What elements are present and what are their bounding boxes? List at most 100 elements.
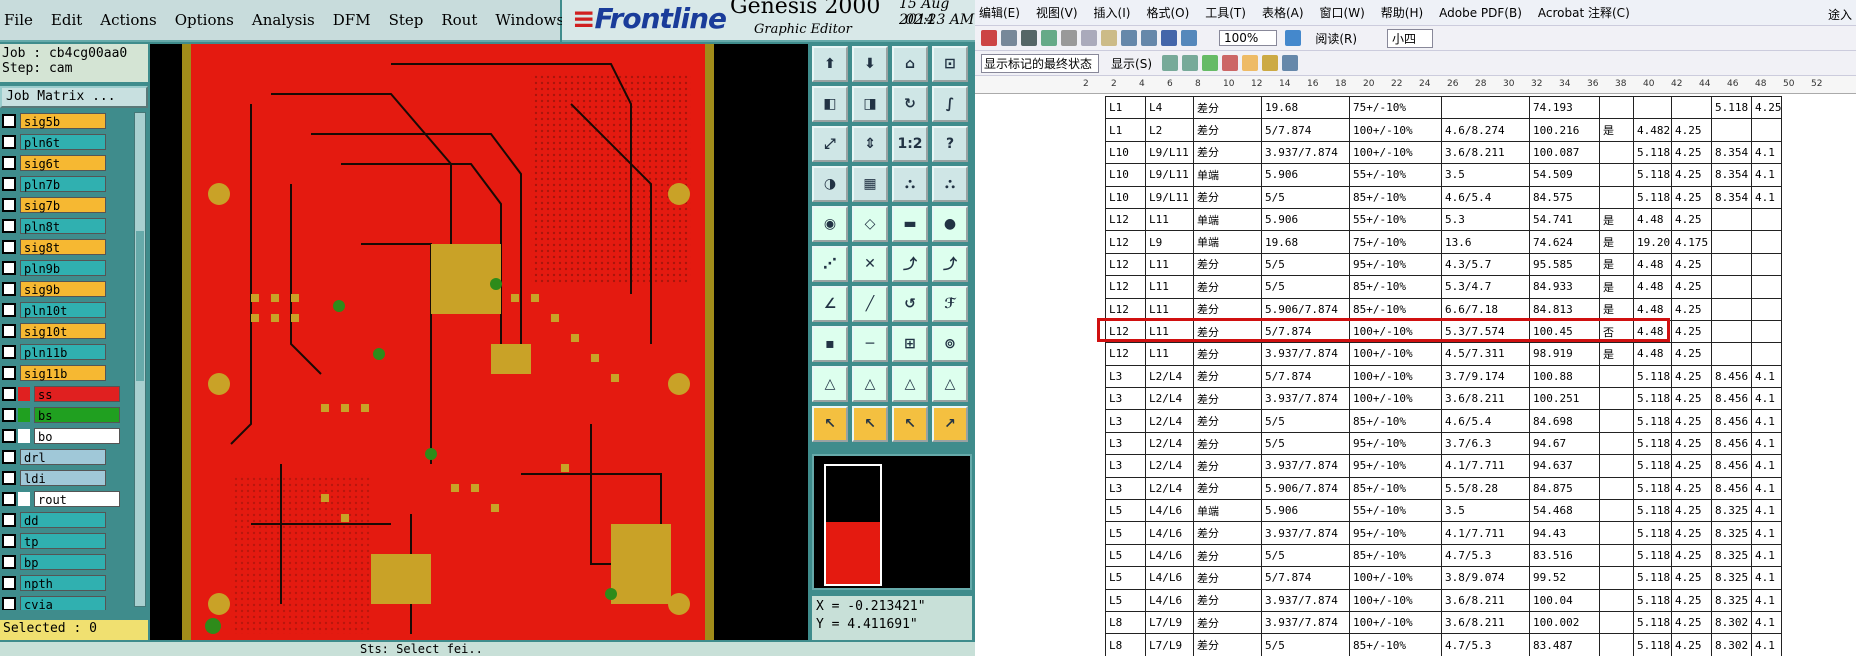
table-cell[interactable]: 3.937/7.874 <box>1261 140 1350 165</box>
table-cell[interactable]: L4 <box>1145 95 1194 120</box>
table-cell[interactable]: L8 <box>1105 610 1146 635</box>
layer-name[interactable]: npth <box>20 574 106 591</box>
word-menu-item[interactable]: 帮助(H) <box>1381 4 1423 21</box>
table-cell[interactable] <box>1441 95 1530 120</box>
tool-select-3-icon[interactable]: ↖ <box>892 406 928 442</box>
layer-row[interactable]: npth <box>0 572 132 593</box>
table-cell[interactable]: 4.7/5.3 <box>1441 633 1530 656</box>
table-cell[interactable]: 4.25 <box>1671 342 1712 366</box>
table-cell[interactable]: 85+/-10% <box>1349 633 1442 656</box>
table-cell[interactable]: 19.202 <box>1633 230 1672 254</box>
tool-grid-icon[interactable]: ▦ <box>852 166 888 202</box>
table-cell[interactable]: 54.741 <box>1529 207 1600 232</box>
table-cell[interactable]: 5/5 <box>1261 431 1350 456</box>
layer-checkbox[interactable] <box>2 533 16 548</box>
table-cell[interactable]: 5.3 <box>1441 207 1530 232</box>
pcb-board-view[interactable] <box>191 44 705 640</box>
table-cell[interactable]: 95.585 <box>1529 252 1600 277</box>
copy-icon[interactable] <box>1081 30 1097 46</box>
table-cell[interactable]: 8.354 <box>1711 185 1752 209</box>
layer-name[interactable]: bo <box>34 427 120 444</box>
table-cell[interactable]: 4.25 <box>1671 297 1712 321</box>
table-cell[interactable]: 84.698 <box>1529 409 1600 433</box>
word-menu-item[interactable]: 表格(A) <box>1262 4 1304 21</box>
menu-file[interactable]: File <box>4 11 33 29</box>
table-cell[interactable]: 8.456 <box>1711 431 1752 456</box>
table-cell[interactable]: L12 <box>1105 207 1146 232</box>
word-menu-item[interactable]: Adobe PDF(B) <box>1439 6 1522 20</box>
show-menu[interactable]: 显示(S) <box>1111 55 1152 72</box>
layer-checkbox[interactable] <box>2 365 16 380</box>
table-cell[interactable]: 5.118 <box>1633 163 1672 187</box>
table-cell[interactable]: 4.1 <box>1751 499 1782 523</box>
table-cell[interactable]: L1 <box>1105 95 1146 120</box>
table-cell[interactable]: 差分 <box>1193 588 1262 612</box>
table-cell[interactable]: 4.25 <box>1671 454 1712 478</box>
table-cell[interactable]: 95+/-10% <box>1349 454 1442 478</box>
table-cell[interactable]: 95+/-10% <box>1349 252 1442 277</box>
table-cell[interactable]: 3.6/8.211 <box>1441 588 1530 612</box>
zoom-select[interactable]: 100% <box>1219 30 1278 46</box>
table-cell[interactable]: 差分 <box>1193 409 1262 433</box>
word-menu-item[interactable]: 格式(O) <box>1146 4 1189 21</box>
table-cell[interactable]: 差分 <box>1193 275 1262 299</box>
table-cell[interactable]: 4.25 <box>1671 476 1712 501</box>
table-cell[interactable]: 5.906/7.874 <box>1261 476 1350 501</box>
table-cell[interactable]: 3.6/8.211 <box>1441 610 1530 635</box>
reviewing-pane-icon[interactable] <box>1282 55 1298 71</box>
table-cell[interactable]: 4.1 <box>1751 610 1782 635</box>
layer-row[interactable]: sig7b <box>0 194 132 215</box>
table-cell[interactable]: 5.118 <box>1711 95 1752 120</box>
layer-row[interactable]: bp <box>0 551 132 572</box>
table-cell[interactable]: 100+/-10% <box>1349 588 1442 612</box>
table-cell[interactable]: 5.118 <box>1633 454 1672 478</box>
layer-checkbox[interactable] <box>2 302 16 317</box>
table-cell[interactable] <box>1711 230 1752 254</box>
track-changes-icon[interactable] <box>1262 55 1278 71</box>
table-cell[interactable]: 4.25 <box>1671 521 1712 545</box>
table-cell[interactable]: L3 <box>1105 409 1146 433</box>
table-cell[interactable] <box>1711 297 1752 321</box>
layer-checkbox[interactable] <box>2 134 16 149</box>
layer-checkbox[interactable] <box>2 323 16 338</box>
table-cell[interactable]: 5.118 <box>1633 476 1672 501</box>
table-cell[interactable]: 5.118 <box>1633 543 1672 568</box>
undo-icon[interactable] <box>1121 30 1137 46</box>
table-cell[interactable]: 100.087 <box>1529 140 1600 165</box>
layer-row[interactable]: bs <box>0 404 132 425</box>
table-cell[interactable]: L3 <box>1105 476 1146 501</box>
tool-reroute-icon[interactable]: ⤴ <box>932 246 968 282</box>
layer-name[interactable]: bp <box>20 553 106 570</box>
table-cell[interactable]: 4.1/7.711 <box>1441 454 1530 478</box>
accept-change-icon[interactable] <box>1202 55 1218 71</box>
layer-name[interactable]: ss <box>34 385 120 402</box>
table-cell[interactable] <box>1711 275 1752 299</box>
table-cell[interactable]: 8.325 <box>1711 499 1752 523</box>
table-cell[interactable]: 是 <box>1599 342 1634 366</box>
pdf-icon[interactable] <box>981 30 997 46</box>
table-cell[interactable]: 3.937/7.874 <box>1261 610 1350 635</box>
table-cell[interactable] <box>1751 275 1782 299</box>
table-cell[interactable]: 4.25 <box>1671 566 1712 590</box>
layer-name[interactable]: sig5b <box>20 112 106 129</box>
tool-triangle-c-icon[interactable]: △ <box>892 366 928 402</box>
table-cell[interactable]: 5.118 <box>1633 364 1672 389</box>
tool-zoom-height-icon[interactable]: ⇕ <box>852 126 888 162</box>
table-cell[interactable]: 4.25 <box>1671 633 1712 656</box>
table-cell[interactable]: 8.302 <box>1711 633 1752 656</box>
table-cell[interactable]: 4.1 <box>1751 521 1782 545</box>
table-cell[interactable]: L11 <box>1145 252 1194 277</box>
tool-delete-icon[interactable]: ✕ <box>852 246 888 282</box>
table-cell[interactable]: L9/L11 <box>1145 163 1194 187</box>
table-cell[interactable]: 单端 <box>1193 230 1262 254</box>
table-cell[interactable]: 19.68 <box>1261 95 1350 120</box>
table-cell[interactable]: L3 <box>1105 454 1146 478</box>
menu-windows[interactable]: Windows <box>495 11 564 29</box>
word-menu-item[interactable]: 视图(V) <box>1036 4 1078 21</box>
table-cell[interactable]: 4.25 <box>1671 163 1712 187</box>
job-matrix-button[interactable]: Job Matrix ... <box>0 86 148 108</box>
tool-fit-icon[interactable]: ⊡ <box>932 46 968 82</box>
table-cell[interactable]: 8.302 <box>1711 610 1752 635</box>
table-cell[interactable]: 4.6/5.4 <box>1441 409 1530 433</box>
table-icon[interactable] <box>1161 30 1177 46</box>
